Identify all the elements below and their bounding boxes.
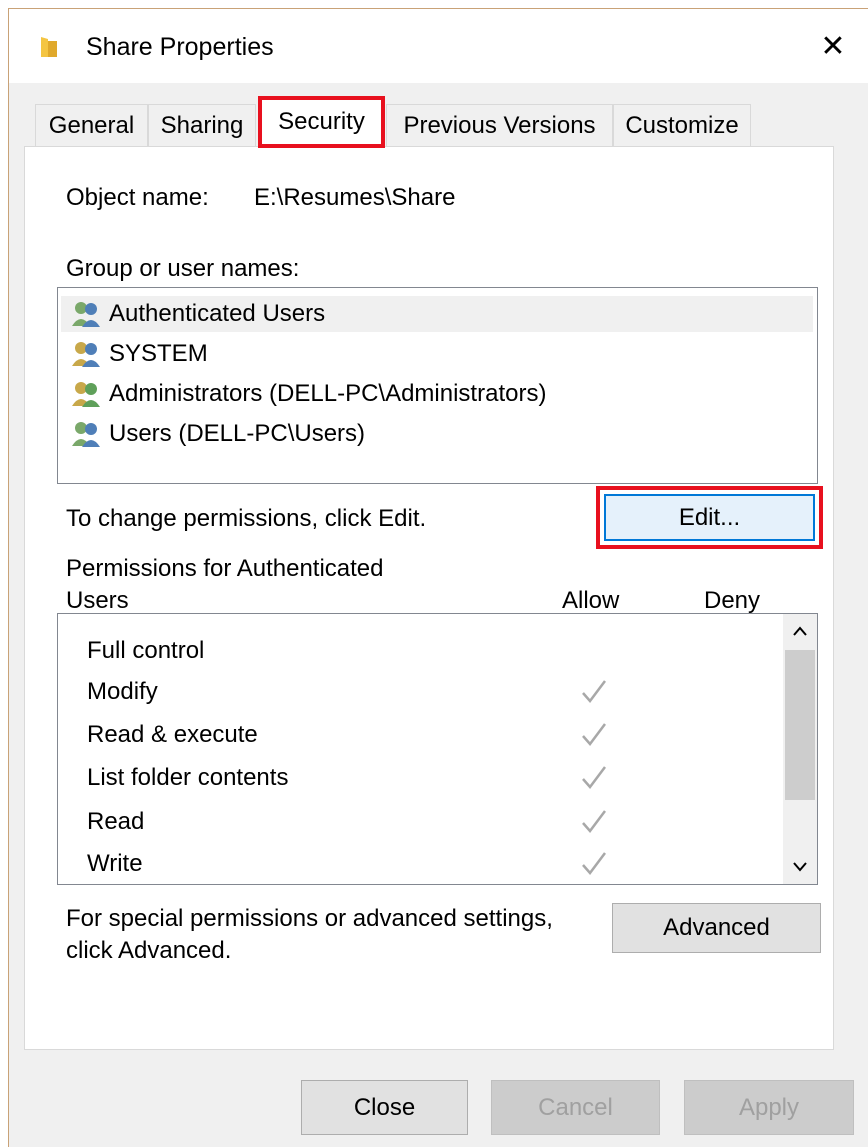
- object-name-value: E:\Resumes\Share: [254, 184, 456, 211]
- permission-row: List folder contents: [87, 758, 787, 798]
- scroll-up-icon[interactable]: [783, 614, 817, 648]
- allow-check-icon: [582, 723, 606, 746]
- scroll-down-icon[interactable]: [783, 850, 817, 884]
- edit-button[interactable]: Edit...: [604, 494, 815, 541]
- permissions-label-user: Users: [66, 587, 129, 614]
- tab-customize[interactable]: Customize: [613, 104, 751, 146]
- user-name: SYSTEM: [109, 340, 208, 367]
- user-item-users[interactable]: Users (DELL-PC\Users): [61, 416, 813, 452]
- allow-check-icon: [582, 766, 606, 789]
- deny-column-header: Deny: [704, 587, 761, 614]
- user-item-authenticated-users[interactable]: Authenticated Users: [61, 296, 813, 332]
- group-user-label: Group or user names:: [66, 255, 300, 282]
- change-permissions-hint: To change permissions, click Edit.: [66, 505, 427, 532]
- tab-security[interactable]: Security: [258, 96, 385, 148]
- permission-name: List folder contents: [87, 764, 289, 791]
- permission-row: Write: [87, 844, 787, 884]
- permission-name: Write: [87, 850, 143, 877]
- advanced-hint-line2: click Advanced.: [66, 937, 232, 964]
- user-name: Administrators (DELL-PC\Administrators): [109, 380, 547, 407]
- permission-row: Read & execute: [87, 715, 787, 755]
- permission-name: Full control: [87, 637, 205, 664]
- user-group-icon: [72, 342, 100, 367]
- permission-row: Full control: [87, 631, 787, 671]
- window-title: Share Properties: [86, 33, 274, 61]
- folder-icon: [41, 37, 57, 57]
- close-button[interactable]: Close: [301, 1080, 468, 1135]
- permission-row: Modify: [87, 672, 787, 712]
- permissions-list[interactable]: Full control Modify Read & execute List …: [57, 613, 818, 885]
- user-name: Users (DELL-PC\Users): [109, 420, 366, 447]
- object-name-label: Object name:: [66, 184, 209, 211]
- scrollbar-thumb[interactable]: [785, 650, 815, 800]
- allow-column-header: Allow: [562, 587, 620, 614]
- user-group-icon: [72, 302, 100, 327]
- permission-row: Read: [87, 802, 787, 842]
- title-bar[interactable]: Share Properties ✕: [9, 9, 868, 83]
- permission-name: Read & execute: [87, 721, 258, 748]
- user-group-icon: [72, 422, 100, 447]
- allow-check-icon: [582, 852, 606, 875]
- tab-general[interactable]: General: [35, 104, 148, 146]
- allow-check-icon: [582, 810, 606, 833]
- permissions-scrollbar[interactable]: [783, 614, 817, 884]
- tab-sharing[interactable]: Sharing: [148, 104, 256, 146]
- permission-name: Read: [87, 808, 145, 835]
- user-group-icon: [72, 382, 100, 407]
- user-item-administrators[interactable]: Administrators (DELL-PC\Administrators): [61, 376, 813, 412]
- user-name: Authenticated Users: [109, 300, 326, 327]
- permissions-label: Permissions for Authenticated: [66, 555, 384, 582]
- close-icon[interactable]: ✕: [808, 23, 858, 69]
- apply-button[interactable]: Apply: [684, 1080, 854, 1135]
- cancel-button[interactable]: Cancel: [491, 1080, 660, 1135]
- user-item-system[interactable]: SYSTEM: [61, 336, 813, 372]
- advanced-button[interactable]: Advanced: [612, 903, 821, 953]
- tab-previous-versions[interactable]: Previous Versions: [386, 104, 613, 146]
- user-list[interactable]: Authenticated Users SYSTEM Administrator…: [57, 287, 818, 484]
- allow-check-icon: [582, 680, 606, 703]
- advanced-hint: For special permissions or advanced sett…: [66, 905, 553, 932]
- permission-name: Modify: [87, 678, 158, 705]
